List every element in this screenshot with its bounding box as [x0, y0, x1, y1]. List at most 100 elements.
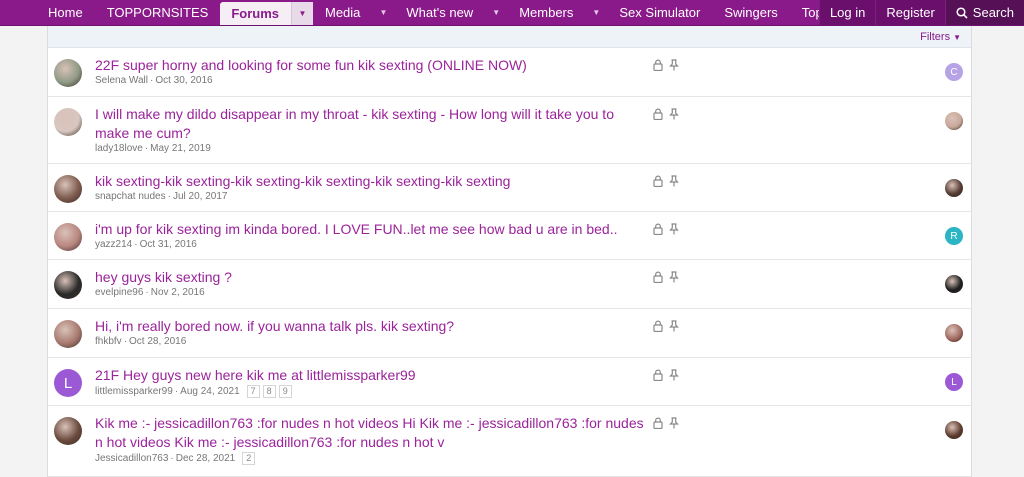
thread-status-icons	[653, 59, 679, 71]
last-poster-avatar[interactable]	[945, 275, 963, 293]
thread-meta: fhkbfv · Oct 28, 2016	[95, 336, 186, 347]
thread-author-link[interactable]: yazz214	[95, 239, 132, 250]
nav-members[interactable]: Members ▼	[507, 0, 607, 25]
page-jump-link[interactable]: 2	[242, 452, 256, 465]
pin-icon	[669, 417, 679, 429]
search-button[interactable]: Search	[944, 0, 1024, 25]
lock-icon	[653, 369, 663, 381]
thread-status-icons	[653, 271, 679, 283]
thread-start-date[interactable]: Aug 24, 2021	[180, 386, 240, 397]
thread-status-icons	[653, 369, 679, 381]
last-poster-avatar[interactable]	[945, 324, 963, 342]
thread-author-link[interactable]: snapchat nudes	[95, 191, 166, 202]
page-jump-link[interactable]: 7	[246, 385, 260, 398]
avatar-letter: C	[950, 66, 958, 78]
lock-icon	[653, 175, 663, 187]
thread-title-link[interactable]: Kik me :- jessicadillon763 :for nudes n …	[95, 414, 645, 452]
thread-start-date[interactable]: Oct 30, 2016	[155, 75, 212, 86]
avatar[interactable]	[54, 320, 82, 348]
search-label: Search	[972, 5, 1014, 20]
last-poster-avatar[interactable]: C	[945, 63, 963, 81]
pin-icon	[669, 223, 679, 235]
thread-status-icons	[653, 417, 679, 429]
thread-title-link[interactable]: hey guys kik sexting ?	[95, 268, 645, 287]
avatar[interactable]	[54, 175, 82, 203]
avatar[interactable]	[54, 108, 82, 136]
nav-whats-new[interactable]: What's new ▼	[394, 0, 507, 25]
pin-icon	[669, 271, 679, 283]
last-poster-avatar[interactable]	[945, 421, 963, 439]
thread-stats	[691, 367, 786, 397]
thread-author-link[interactable]: Jessicadillon763	[95, 453, 168, 464]
last-poster-avatar[interactable]	[945, 112, 963, 130]
lock-icon	[653, 223, 663, 235]
thread-author-link[interactable]: evelpine96	[95, 287, 143, 298]
page-jump-link[interactable]: 8	[262, 385, 276, 398]
thread-title-link[interactable]: 22F super horny and looking for some fun…	[95, 56, 645, 75]
register-link[interactable]: Register	[875, 0, 944, 25]
thread-row[interactable]: Kik me :- jessicadillon763 :for nudes n …	[48, 406, 971, 477]
meta-separator: ·	[170, 453, 174, 464]
nav-toppornsites[interactable]: TOPPORNSITES	[95, 0, 221, 25]
thread-row[interactable]: I will make my dildo disappear in my thr…	[48, 97, 971, 164]
page-jump-link[interactable]: 9	[278, 385, 292, 398]
last-poster-avatar[interactable]	[945, 179, 963, 197]
chevron-down-icon[interactable]: ▼	[585, 0, 607, 25]
thread-author-link[interactable]: fhkbfv	[95, 336, 122, 347]
thread-row[interactable]: i'm up for kik sexting im kinda bored. I…	[48, 212, 971, 260]
nav-sex-simulator[interactable]: Sex Simulator	[607, 0, 712, 25]
thread-title-link[interactable]: kik sexting-kik sexting-kik sexting-kik …	[95, 172, 645, 191]
nav-forums[interactable]: Forums ▼	[220, 2, 313, 25]
thread-author-link[interactable]: lady18love	[95, 143, 143, 154]
thread-row[interactable]: Hi, i'm really bored now. if you wanna t…	[48, 309, 971, 358]
avatar[interactable]	[54, 271, 82, 299]
thread-start-date[interactable]: May 21, 2019	[150, 143, 211, 154]
nav-media[interactable]: Media ▼	[313, 0, 394, 25]
thread-author-link[interactable]: littlemissparker99	[95, 386, 173, 397]
nav-home-label: Home	[48, 5, 83, 20]
replies-stat	[691, 57, 786, 72]
thread-start-date[interactable]: Jul 20, 2017	[173, 191, 228, 202]
views-stat	[691, 236, 786, 251]
meta-separator: ·	[174, 386, 179, 397]
thread-start-date[interactable]: Dec 28, 2021	[176, 453, 236, 464]
nav-swingers[interactable]: Swingers	[712, 0, 789, 25]
views-stat	[691, 430, 786, 445]
thread-row[interactable]: L 21F Hey guys new here kik me at littlem…	[48, 358, 971, 406]
nav-home[interactable]: Home	[0, 0, 95, 25]
avatar-letter: L	[951, 376, 957, 388]
last-poster-avatar[interactable]: R	[945, 227, 963, 245]
thread-title-link[interactable]: i'm up for kik sexting im kinda bored. I…	[95, 220, 645, 239]
thread-start-date[interactable]: Nov 2, 2016	[151, 287, 205, 298]
thread-start-date[interactable]: Oct 28, 2016	[129, 336, 186, 347]
meta-separator: ·	[123, 336, 128, 347]
avatar[interactable]	[54, 223, 82, 251]
chevron-down-icon[interactable]: ▼	[485, 0, 507, 25]
thread-title-link[interactable]: Hi, i'm really bored now. if you wanna t…	[95, 317, 645, 336]
lock-icon	[653, 271, 663, 283]
thread-row[interactable]: 22F super horny and looking for some fun…	[48, 48, 971, 97]
chevron-down-icon[interactable]: ▼	[290, 2, 313, 25]
nav-whats-new-label: What's new	[406, 5, 474, 20]
last-poster-avatar[interactable]: L	[945, 373, 963, 391]
avatar[interactable]	[54, 417, 82, 445]
thread-row[interactable]: hey guys kik sexting ? evelpine96 · Nov 2…	[48, 260, 971, 309]
thread-row[interactable]: kik sexting-kik sexting-kik sexting-kik …	[48, 164, 971, 212]
thread-stats	[691, 106, 786, 136]
nav-members-label: Members	[519, 5, 574, 20]
avatar[interactable]	[54, 59, 82, 87]
views-stat	[691, 72, 786, 87]
filters-button[interactable]: Filters ▼	[920, 31, 961, 43]
thread-status-icons	[653, 108, 679, 120]
meta-separator: ·	[144, 143, 149, 154]
thread-meta: Jessicadillon763 · Dec 28, 2021 2	[95, 452, 256, 465]
login-link[interactable]: Log in	[818, 0, 875, 25]
thread-title-link[interactable]: I will make my dildo disappear in my thr…	[95, 105, 645, 143]
avatar[interactable]: L	[54, 369, 82, 397]
thread-title-link[interactable]: 21F Hey guys new here kik me at littlemi…	[95, 366, 645, 385]
thread-meta: yazz214 · Oct 31, 2016	[95, 239, 197, 250]
chevron-down-icon[interactable]: ▼	[372, 0, 394, 25]
thread-start-date[interactable]: Oct 31, 2016	[140, 239, 197, 250]
thread-author-link[interactable]: Selena Wall	[95, 75, 148, 86]
thread-stats	[691, 318, 786, 348]
